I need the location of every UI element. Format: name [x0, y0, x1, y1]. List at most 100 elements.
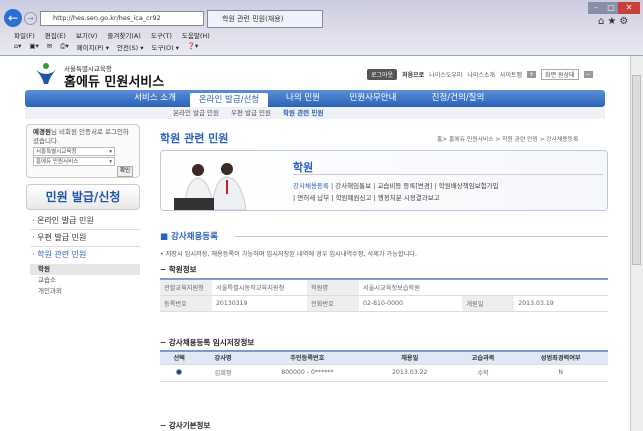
menu-edit[interactable]: 편집(E)	[45, 30, 66, 40]
link-closure[interactable]: 학원폐원신고	[336, 194, 372, 202]
section-title: ■ 강사채용등록	[160, 232, 218, 242]
feeds-icon[interactable]: ▣▾	[29, 42, 38, 52]
sidebar-item-online[interactable]: · 온라인 발급 민원	[30, 213, 140, 230]
main-nav: 서비스 소개 온라인 발급/신청 나의 민원 민원사무안내 진정/건의/질의	[25, 90, 605, 107]
basic-info-heading: − 강사기본정보	[160, 421, 211, 430]
menu-favorites[interactable]: 즐겨찾기(A)	[107, 30, 140, 40]
link-home[interactable]: 처음으로	[402, 70, 424, 79]
link-neis-help[interactable]: 나이스도우미	[429, 70, 462, 79]
zoom-in-icon[interactable]: +	[527, 71, 537, 78]
link-fee-register[interactable]: 교습비등 등록[변경]	[377, 182, 432, 190]
maximize-button[interactable]: □	[604, 2, 618, 14]
login-box: 예경원님 비회원 인증서로 로그인하셨습니다. 서울특별시교육청 홈에듀 민원서…	[26, 124, 140, 178]
home-star-gear-icon[interactable]: ⌂★⚙	[598, 16, 631, 27]
nav-petition[interactable]: 진정/건의/질의	[408, 90, 508, 107]
address-bar[interactable]: http://hes.sen.go.kr/hes_ica_cr92	[40, 11, 204, 26]
zoom-out-icon[interactable]: −	[583, 71, 593, 78]
link-neis-intro[interactable]: 나이스소개	[467, 70, 495, 79]
logo-icon	[36, 63, 56, 84]
section-divider	[235, 236, 608, 237]
nav-service-intro[interactable]: 서비스 소개	[120, 90, 190, 107]
office-select[interactable]: 서울특별시교육청	[33, 147, 115, 156]
label-academy-name: 학원명	[307, 279, 359, 296]
academy-info-table: 관할교육지원청 서울특별시동작교육지원청 학원명 서울시교육청보습학원 등록번호 201…	[160, 278, 608, 312]
command-bar: ⌂▾ ▣▾ ✉ ⎙▾ 페이지(P) ▾ 안전(S) ▾ 도구(O) ▾ ❓▾	[14, 42, 198, 52]
label-phone: 전화번호	[307, 295, 359, 312]
screen-reset-button[interactable]: 화면 원상태	[541, 69, 579, 80]
login-user: 예경원	[33, 128, 51, 136]
nav-online-issue[interactable]: 온라인 발급/신청	[190, 93, 268, 107]
divider	[293, 174, 603, 175]
select-radio[interactable]	[176, 368, 183, 375]
link-correction-report[interactable]: 행정처분 시정결과보고	[378, 194, 440, 202]
notice-text: • 저장시 임시저장, 채용등록이 가능하며 임시저장된 내역에 경우 임시내역…	[160, 251, 417, 258]
value-phone: 02-810-0000	[359, 295, 463, 312]
browser-tab[interactable]: 학원 관련 민원(채용)	[207, 10, 323, 28]
cell-hire-date: 2013.03.22	[366, 364, 453, 382]
request-button[interactable]: 민원 발급/신청	[26, 184, 140, 210]
menu-file[interactable]: 파일(F)	[14, 30, 35, 40]
col-select: 선택	[160, 351, 199, 365]
temp-info-heading: − 강사채용등록 임시저장정보	[160, 338, 255, 347]
value-office: 서울특별시동작교육지원청	[212, 279, 307, 296]
service-select[interactable]: 홈에듀 민원서비스	[33, 157, 115, 166]
safety-menu[interactable]: 안전(S) ▾	[117, 42, 144, 52]
minimize-button[interactable]: –	[588, 2, 604, 14]
value-academy-name: 서울시교육청보습학원	[359, 279, 608, 296]
scrollbar-thumb[interactable]	[632, 75, 641, 265]
link-sitemap[interactable]: 사이트맵	[500, 70, 522, 79]
forward-button[interactable]: →	[24, 12, 37, 25]
subnav-online[interactable]: 온라인 발급 민원	[173, 107, 219, 119]
logout-button[interactable]: 로그아웃	[367, 69, 398, 80]
sub-nav: 온라인 발급 민원 우편 발급 민원 학원 관련 민원	[25, 107, 605, 119]
breadcrumb: 홈> 홈에듀 민원서비스 > 학원 관련 민원 > 강사채용등록	[437, 137, 579, 143]
link-teacher-dismiss[interactable]: 강사해임통보	[335, 182, 371, 190]
page-title: 학원 관련 민원	[160, 132, 229, 145]
menu-view[interactable]: 보기(V)	[76, 30, 97, 40]
value-reg-no: 20130319	[212, 295, 307, 312]
cell-id: 800000 - 0******	[247, 364, 367, 382]
link-teacher-hire[interactable]: 강사채용등록	[293, 182, 329, 190]
menu-tools[interactable]: 도구(T)	[151, 30, 172, 40]
label-open-date: 개원일	[462, 295, 515, 312]
cell-subject: 수학	[452, 364, 514, 382]
menu-help[interactable]: 도움말(H)	[182, 30, 210, 40]
cell-crime-check: N	[513, 364, 608, 382]
tools-menu[interactable]: 도구(O) ▾	[151, 42, 178, 52]
confirm-button[interactable]: 확인	[117, 166, 134, 177]
subnav-academy[interactable]: 학원 관련 민원	[283, 107, 323, 119]
nav-guide[interactable]: 민원사무안내	[338, 90, 408, 107]
browser-chrome: ← → http://hes.sen.go.kr/hes_ica_cr92 학원…	[0, 0, 643, 56]
sidebar-sub-tutoring[interactable]: 교습소	[30, 275, 140, 286]
value-open-date: 2013.03.19	[514, 295, 608, 312]
link-insurance[interactable]: 학원배상책임보험가입	[439, 182, 499, 190]
top-links: 로그아웃 처음으로 나이스도우미 나이스소개 사이트맵 + 화면 원상태 −	[367, 69, 593, 80]
print-icon[interactable]: ⎙▾	[60, 42, 68, 52]
close-button[interactable]: ✕	[618, 2, 640, 14]
sidebar-item-academy[interactable]: · 학원 관련 민원	[30, 247, 140, 264]
banner-title: 학원	[293, 161, 314, 174]
menu-bar: 파일(F) 편집(E) 보기(V) 즐겨찾기(A) 도구(T) 도움말(H)	[14, 30, 210, 40]
label-reg-no: 등록번호	[160, 295, 212, 312]
site-title[interactable]: 홈에듀 민원서비스	[64, 71, 164, 90]
col-hire-date: 채용일	[366, 351, 453, 365]
mail-icon[interactable]: ✉	[47, 42, 52, 52]
cell-name: 김희정	[198, 364, 248, 382]
home-icon[interactable]: ⌂▾	[14, 42, 21, 52]
sidebar-sub-academy[interactable]: 학원	[30, 264, 140, 275]
col-crime-check: 성범죄경력여부	[513, 351, 608, 365]
table-row[interactable]: 김희정 800000 - 0****** 2013.03.22 수학 N	[160, 364, 608, 382]
col-id: 주민등록번호	[247, 351, 367, 365]
nav-my-requests[interactable]: 나의 민원	[268, 90, 338, 107]
academy-info-heading: − 학원정보	[160, 265, 197, 274]
label-office: 관할교육지원청	[160, 279, 212, 296]
col-subject: 교습과목	[452, 351, 514, 365]
link-license-tax[interactable]: 면허세 납부	[297, 194, 329, 202]
sidebar-sub-private[interactable]: 개인과외	[30, 286, 140, 297]
page-menu[interactable]: 페이지(P) ▾	[77, 42, 109, 52]
subnav-postal[interactable]: 우편 발급 민원	[231, 107, 271, 119]
col-name: 강사명	[198, 351, 248, 365]
help-icon[interactable]: ❓▾	[187, 42, 198, 52]
sidebar-item-postal[interactable]: · 우편 발급 민원	[30, 230, 140, 247]
back-button[interactable]: ←	[4, 9, 22, 27]
